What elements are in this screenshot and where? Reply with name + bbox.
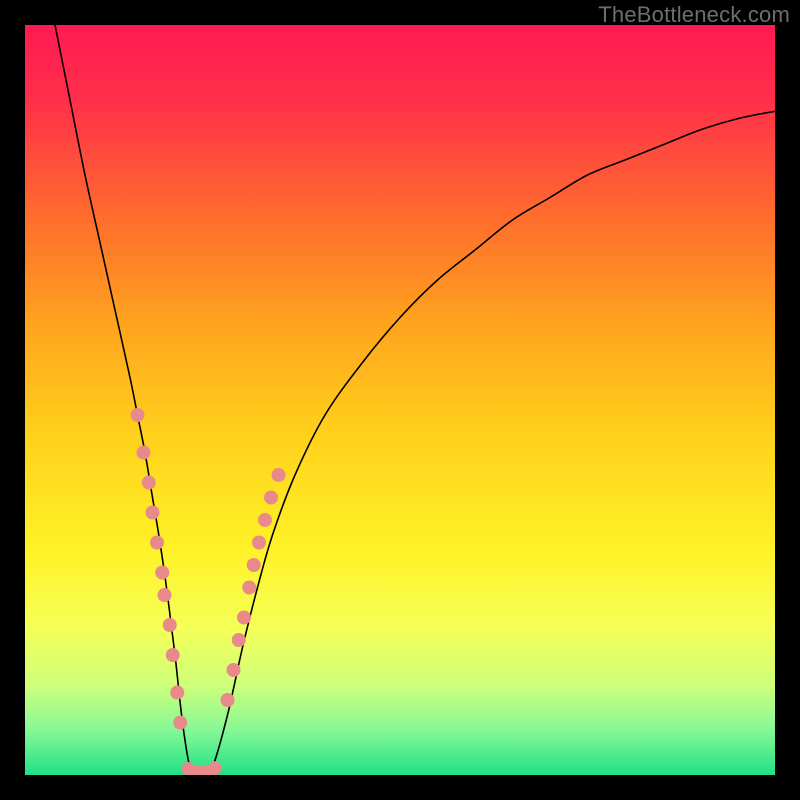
- low-side-markers-point: [163, 618, 177, 632]
- high-side-markers-point: [221, 693, 235, 707]
- high-side-markers-point: [227, 663, 241, 677]
- low-side-markers-point: [170, 686, 184, 700]
- high-side-markers-point: [242, 581, 256, 595]
- low-side-markers-point: [166, 648, 180, 662]
- low-side-markers-point: [150, 536, 164, 550]
- chart-svg: [25, 25, 775, 775]
- chart-frame: TheBottleneck.com: [0, 0, 800, 800]
- bottom-markers-point: [208, 761, 222, 775]
- low-side-markers-point: [158, 588, 172, 602]
- gradient-background: [25, 25, 775, 775]
- high-side-markers-point: [272, 468, 286, 482]
- high-side-markers-point: [232, 633, 246, 647]
- low-side-markers-point: [173, 716, 187, 730]
- high-side-markers-point: [258, 513, 272, 527]
- low-side-markers-point: [131, 408, 145, 422]
- high-side-markers-point: [247, 558, 261, 572]
- low-side-markers-point: [155, 566, 169, 580]
- low-side-markers-point: [146, 506, 160, 520]
- low-side-markers-point: [142, 476, 156, 490]
- low-side-markers-point: [137, 446, 151, 460]
- plot-area: [25, 25, 775, 775]
- high-side-markers-point: [264, 491, 278, 505]
- high-side-markers-point: [237, 611, 251, 625]
- high-side-markers-point: [252, 536, 266, 550]
